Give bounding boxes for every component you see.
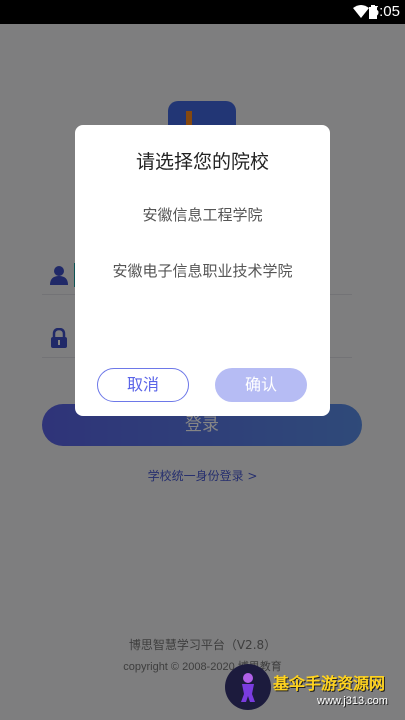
cancel-button[interactable]: 取消 [97, 368, 189, 402]
site-watermark: 基伞手游资源网 www.j313.com [225, 664, 405, 716]
dialog-title: 请选择您的院校 [135, 151, 269, 173]
watermark-title: 基伞手游资源网 [273, 674, 386, 693]
status-time: 5:05 [370, 3, 400, 20]
ninja-figure-icon [241, 673, 255, 702]
watermark-logo [225, 664, 271, 710]
watermark-url: www.j313.com [317, 695, 388, 707]
status-bar: 5:05 [0, 0, 405, 24]
confirm-button[interactable]: 确认 [215, 368, 307, 402]
wifi-icon [353, 5, 369, 18]
school-option[interactable]: 安徽信息工程学院 [75, 204, 330, 225]
school-option[interactable]: 安徽电子信息职业技术学院 [75, 260, 330, 281]
school-select-dialog: 请选择您的院校 安徽信息工程学院 安徽电子信息职业技术学院 取消 确认 [75, 125, 330, 416]
